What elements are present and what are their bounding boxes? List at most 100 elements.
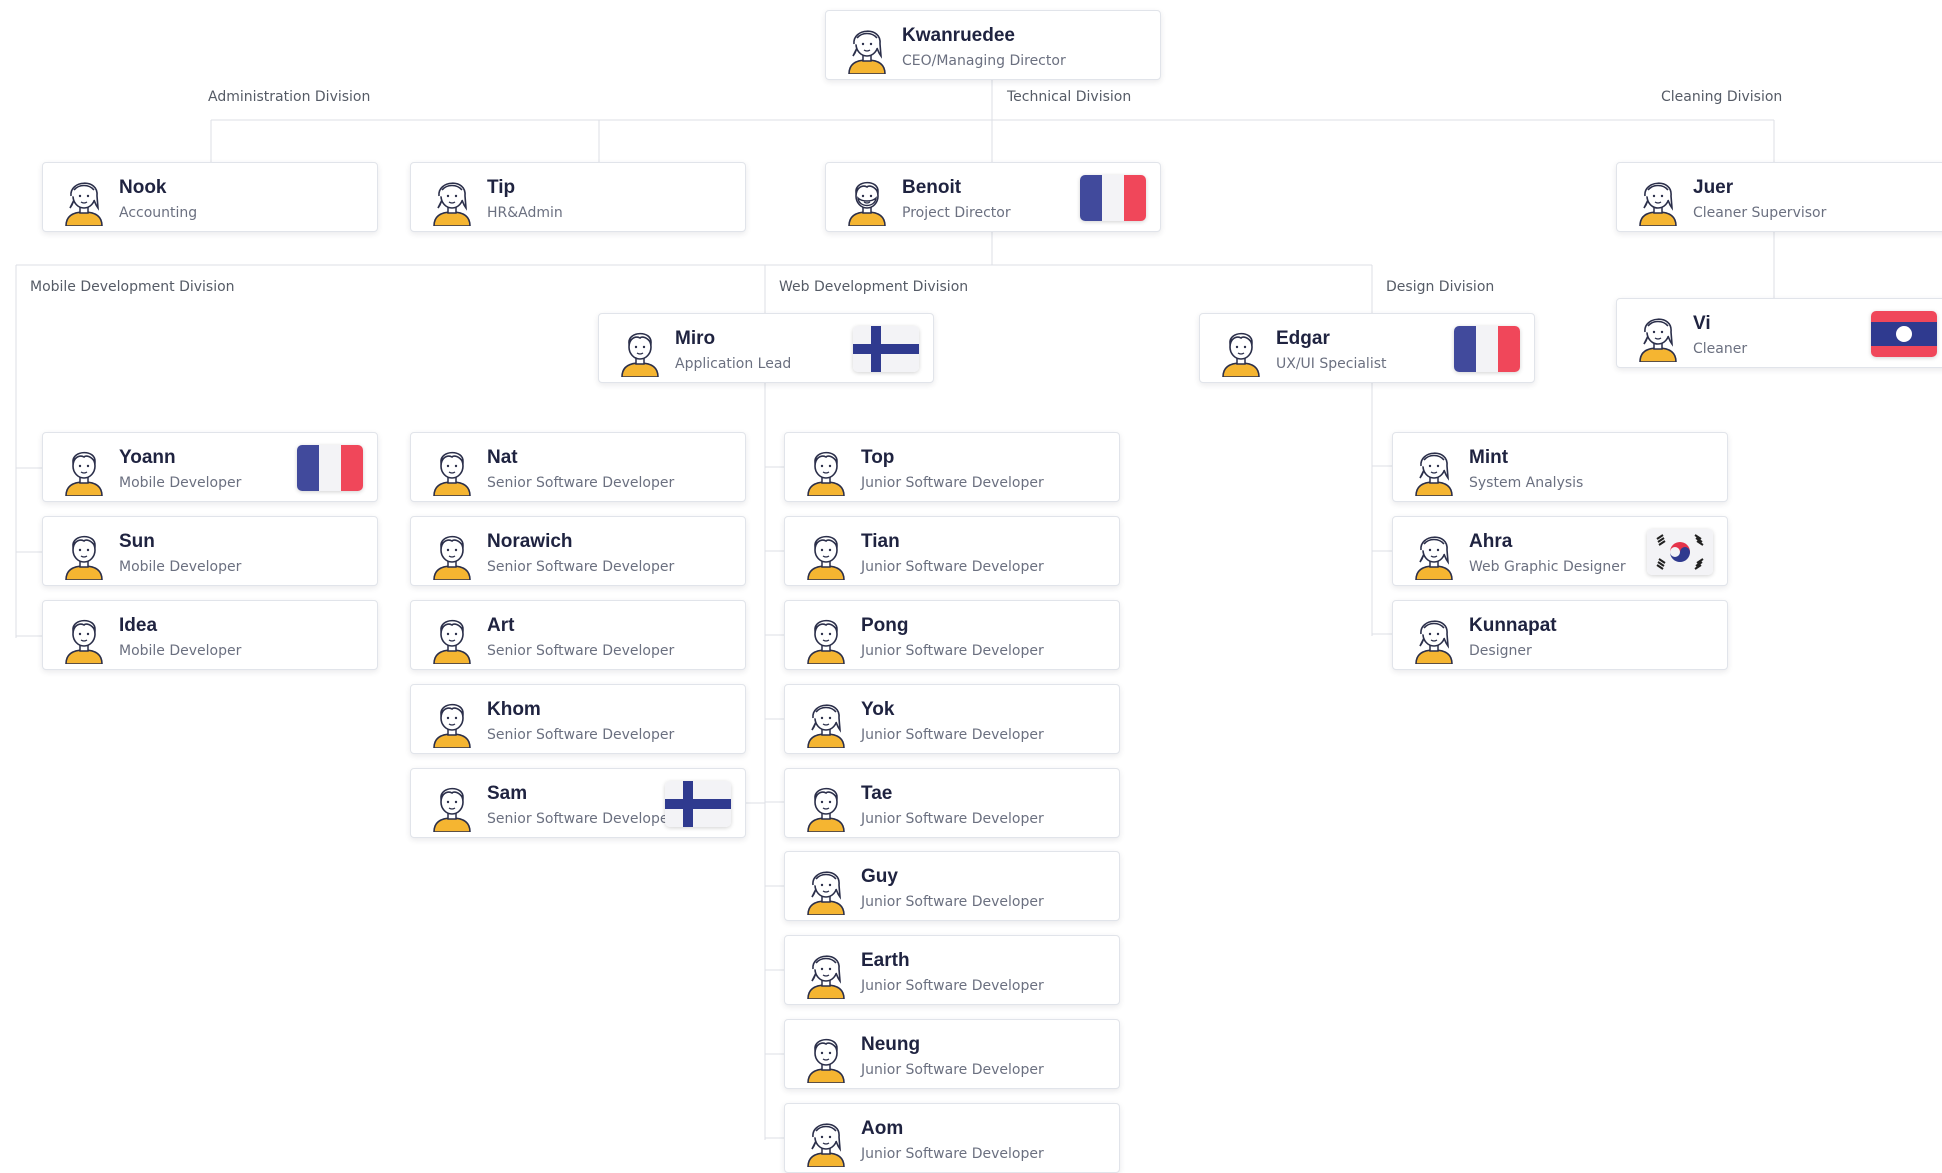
person-card-earth[interactable]: Earth Junior Software Developer [784, 935, 1120, 1005]
person-role: Project Director [902, 205, 1011, 221]
person-role: HR&Admin [487, 205, 563, 221]
person-name: Guy [861, 866, 898, 887]
person-role: Cleaner [1693, 341, 1748, 357]
person-card-ceo[interactable]: Kwanruedee CEO/Managing Director [825, 10, 1161, 80]
person-name: Nat [487, 447, 518, 468]
female-avatar-icon [1635, 308, 1681, 362]
female-avatar-icon [1635, 172, 1681, 226]
female-avatar-icon [803, 861, 849, 915]
division-label-administration: Administration Division [208, 89, 371, 105]
female-avatar-icon [803, 1113, 849, 1167]
person-name: Tian [861, 531, 900, 552]
female-avatar-icon [844, 20, 890, 74]
person-card-yok[interactable]: Yok Junior Software Developer [784, 684, 1120, 754]
division-label-web: Web Development Division [779, 279, 969, 295]
male-avatar-icon [61, 442, 107, 496]
male-avatar-icon [803, 610, 849, 664]
person-name: Aom [861, 1118, 904, 1139]
person-role: Junior Software Developer [861, 643, 1044, 659]
person-name: Tip [487, 177, 516, 198]
person-role: Senior Software Developer [487, 643, 675, 659]
person-role: Web Graphic Designer [1469, 559, 1626, 575]
person-card-tae[interactable]: Tae Junior Software Developer [784, 768, 1120, 838]
person-card-yoann[interactable]: Yoann Mobile Developer [42, 432, 378, 502]
person-name: Kwanruedee [902, 25, 1015, 46]
person-role: Mobile Developer [119, 475, 242, 491]
female-avatar-icon [61, 172, 107, 226]
person-role: Mobile Developer [119, 643, 242, 659]
female-avatar-icon [1411, 526, 1457, 580]
person-card-aom[interactable]: Aom Junior Software Developer [784, 1103, 1120, 1173]
person-card-sam[interactable]: Sam Senior Software Developer [410, 768, 746, 838]
male-avatar-icon [803, 778, 849, 832]
person-role: Senior Software Developer [487, 475, 675, 491]
person-role: Senior Software Developer [487, 811, 675, 827]
person-card-miro[interactable]: Miro Application Lead [598, 313, 934, 383]
female-avatar-icon [429, 172, 475, 226]
person-name: Nook [119, 177, 167, 198]
person-card-khom[interactable]: Khom Senior Software Developer [410, 684, 746, 754]
person-name: Yok [861, 699, 895, 720]
person-card-tian[interactable]: Tian Junior Software Developer [784, 516, 1120, 586]
person-role: Designer [1469, 643, 1532, 659]
person-card-edgar[interactable]: Edgar UX/UI Specialist [1199, 313, 1535, 383]
person-role: Senior Software Developer [487, 727, 675, 743]
bearded-male-avatar-icon [844, 172, 890, 226]
female-avatar-icon [803, 694, 849, 748]
division-label-technical: Technical Division [1007, 89, 1132, 105]
france-flag-icon [1454, 326, 1520, 372]
person-role: Junior Software Developer [861, 978, 1044, 994]
person-name: Pong [861, 615, 909, 636]
person-card-juer[interactable]: Juer Cleaner Supervisor [1616, 162, 1942, 232]
person-card-norawich[interactable]: Norawich Senior Software Developer [410, 516, 746, 586]
person-card-ahra[interactable]: Ahra Web Graphic Designer [1392, 516, 1728, 586]
person-card-top[interactable]: Top Junior Software Developer [784, 432, 1120, 502]
person-name: Art [487, 615, 515, 636]
person-card-art[interactable]: Art Senior Software Developer [410, 600, 746, 670]
person-role: Accounting [119, 205, 198, 221]
person-card-vi[interactable]: Vi Cleaner [1616, 298, 1942, 368]
person-role: Junior Software Developer [861, 811, 1044, 827]
male-avatar-icon [803, 442, 849, 496]
division-label-mobile: Mobile Development Division [30, 279, 235, 295]
person-card-kunnapat[interactable]: Kunnapat Designer [1392, 600, 1728, 670]
person-name: Edgar [1276, 328, 1330, 349]
person-card-benoit[interactable]: Benoit Project Director [825, 162, 1161, 232]
person-card-idea[interactable]: Idea Mobile Developer [42, 600, 378, 670]
laos-flag-icon [1871, 311, 1937, 357]
person-role: Junior Software Developer [861, 1146, 1044, 1162]
female-avatar-icon [1411, 442, 1457, 496]
person-card-neung[interactable]: Neung Junior Software Developer [784, 1019, 1120, 1089]
person-name: Mint [1469, 447, 1509, 468]
division-label-cleaning: Cleaning Division [1661, 89, 1783, 105]
person-role: Senior Software Developer [487, 559, 675, 575]
person-card-sun[interactable]: Sun Mobile Developer [42, 516, 378, 586]
person-role: Junior Software Developer [861, 475, 1044, 491]
male-avatar-icon [61, 526, 107, 580]
person-role: UX/UI Specialist [1276, 356, 1387, 372]
person-role: Application Lead [675, 356, 792, 372]
male-avatar-icon [803, 1029, 849, 1083]
person-role: Cleaner Supervisor [1693, 205, 1827, 221]
person-card-nat[interactable]: Nat Senior Software Developer [410, 432, 746, 502]
person-card-nook[interactable]: Nook Accounting [42, 162, 378, 232]
finland-flag-icon [665, 781, 731, 827]
person-card-guy[interactable]: Guy Junior Software Developer [784, 851, 1120, 921]
person-name: Juer [1693, 177, 1734, 198]
male-avatar-icon [429, 442, 475, 496]
person-name: Sam [487, 783, 528, 804]
male-avatar-icon [803, 526, 849, 580]
person-role: Junior Software Developer [861, 894, 1044, 910]
person-name: Ahra [1469, 531, 1513, 552]
person-name: Earth [861, 950, 910, 971]
person-card-mint[interactable]: Mint System Analysis [1392, 432, 1728, 502]
person-name: Sun [119, 531, 155, 552]
person-name: Vi [1693, 313, 1711, 334]
person-name: Kunnapat [1469, 615, 1557, 636]
person-card-pong[interactable]: Pong Junior Software Developer [784, 600, 1120, 670]
person-role: Junior Software Developer [861, 1062, 1044, 1078]
person-role: CEO/Managing Director [902, 53, 1066, 69]
male-avatar-icon [429, 526, 475, 580]
person-card-tip[interactable]: Tip HR&Admin [410, 162, 746, 232]
person-name: Miro [675, 328, 716, 349]
